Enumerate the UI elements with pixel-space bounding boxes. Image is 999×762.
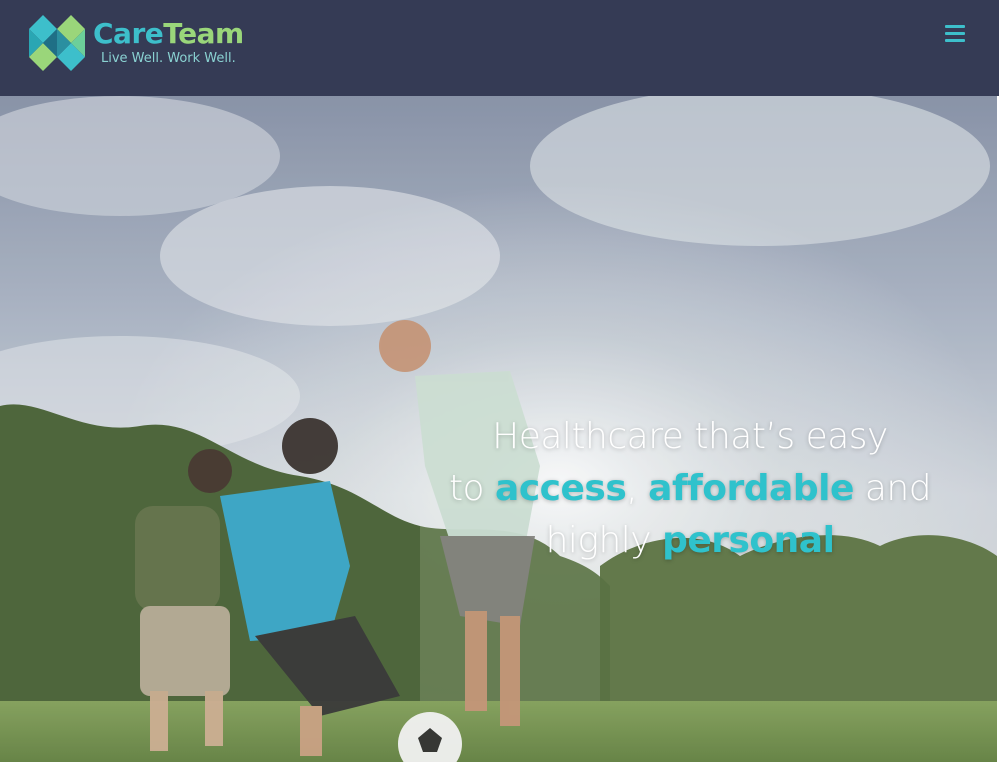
headline-emphasis-access: access [495,468,627,509]
hamburger-menu-icon[interactable] [945,25,965,43]
headline-line-3: highly personal [430,515,950,567]
careteam-logo[interactable]: CareTeam Live Well. Work Well. [29,15,244,71]
headline-text: to [448,468,496,509]
brand-name-care: Care [93,17,164,50]
hero-headline: Healthcare that’s easy to access, afford… [430,411,950,567]
logo-mark-icon [29,15,85,71]
headline-text: and [853,468,932,509]
logo-text: CareTeam Live Well. Work Well. [93,17,244,67]
headline-text: , [626,468,649,509]
headline-text: highly [545,520,663,561]
brand-name: CareTeam [93,17,244,51]
site-header: CareTeam Live Well. Work Well. [0,0,999,96]
hero-section: Healthcare that’s easy to access, afford… [0,96,997,762]
brand-name-team: Team [163,17,244,50]
headline-emphasis-personal: personal [662,520,835,561]
headline-line-2: to access, affordable and [430,463,950,515]
brand-tagline: Live Well. Work Well. [101,51,236,66]
headline-line-1: Healthcare that’s easy [492,416,888,457]
headline-emphasis-affordable: affordable [648,468,854,509]
